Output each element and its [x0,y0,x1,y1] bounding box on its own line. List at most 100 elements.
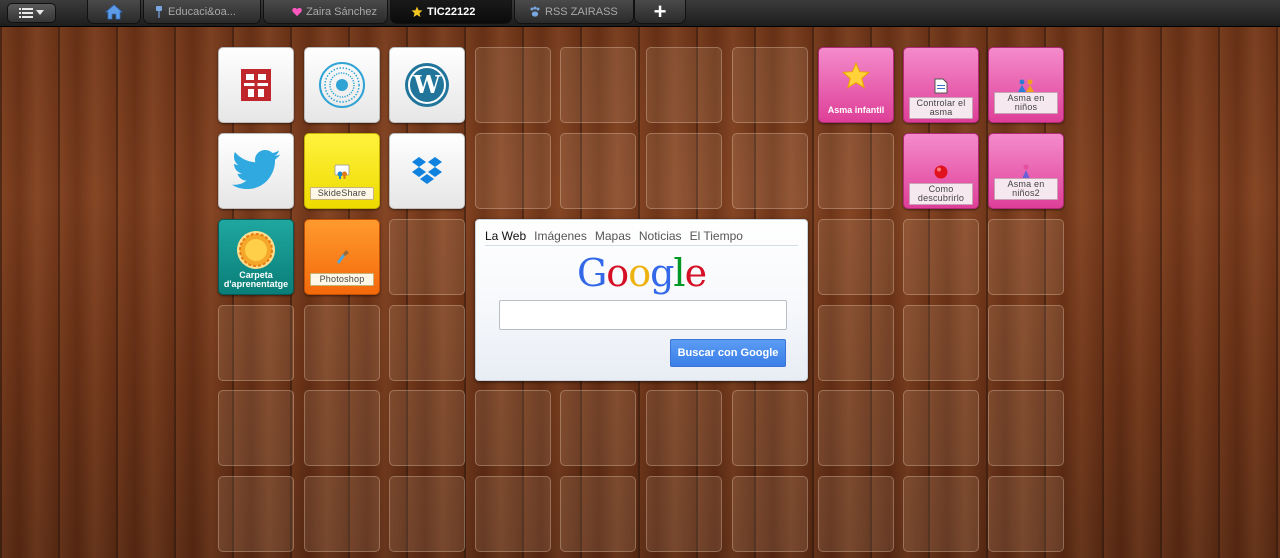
sun-icon [237,231,275,269]
tile-asma-en-ninos2[interactable]: Asma en niños2 [988,133,1064,209]
top-bar: Educaci&oa... Zaira Sánchez TIC22122 RSS… [0,0,1280,27]
empty-tile[interactable] [732,133,808,209]
empty-tile[interactable] [475,47,551,123]
google-search-widget: La Web Imágenes Mapas Noticias El Tiempo… [475,219,808,381]
tab-el-tiempo[interactable]: El Tiempo [690,229,743,245]
empty-tile[interactable] [988,305,1064,381]
tile-label: SkideShare [310,187,374,200]
tile-label: Photoshop [310,273,374,286]
tab-rss-label: RSS ZAIRASS [545,5,618,18]
empty-tile[interactable] [818,133,894,209]
google-search-input[interactable] [499,300,787,330]
tab-educacion[interactable]: Educaci&oa... [143,0,261,24]
empty-tile[interactable] [646,476,722,552]
empty-tile[interactable] [988,390,1064,466]
empty-tile[interactable] [304,305,380,381]
empty-tile[interactable] [389,219,465,295]
tile-label: Asma en niños2 [994,178,1058,200]
empty-tile[interactable] [475,133,551,209]
empty-tile[interactable] [732,476,808,552]
empty-tile[interactable] [646,390,722,466]
empty-tile[interactable] [903,305,979,381]
empty-tile[interactable] [646,133,722,209]
menu-button[interactable] [7,3,56,23]
tile-controlar-asma[interactable]: Controlar el asma [903,47,979,123]
empty-tile[interactable] [903,219,979,295]
heart-icon [292,7,302,16]
slideshare-icon [334,164,350,179]
twitter-bird-icon [232,150,280,189]
tile-carpeta-aprenentatge[interactable]: Carpeta d'aprenentatge [218,219,294,295]
google-search-button[interactable]: Buscar con Google [670,339,786,367]
tile-label: Asma infantil [827,105,885,115]
tile-twitter[interactable] [218,133,294,209]
empty-tile[interactable] [903,476,979,552]
empty-tile[interactable] [218,476,294,552]
tab-educacion-label: Educaci&oa... [168,5,236,18]
star-icon [842,62,870,89]
tile-dropbox[interactable] [389,133,465,209]
add-tab-button[interactable]: + [634,0,686,24]
caret-down-icon [36,10,44,15]
tab-la-web[interactable]: La Web [485,229,526,245]
tab-tic22122[interactable]: TIC22122 [390,0,512,24]
empty-tile[interactable] [646,47,722,123]
empty-tile[interactable] [818,305,894,381]
empty-tile[interactable] [560,133,636,209]
tile-skideshare[interactable]: SkideShare [304,133,380,209]
empty-tile[interactable] [818,219,894,295]
empty-tile[interactable] [475,390,551,466]
star-icon [411,6,423,17]
tile-label: Asma en niños [994,92,1058,114]
tile-wordpress[interactable]: W [389,47,465,123]
empty-tile[interactable] [818,390,894,466]
empty-tile[interactable] [560,476,636,552]
brush-icon [337,250,349,264]
empty-tile[interactable] [988,476,1064,552]
paw-icon [530,6,540,17]
empty-tile[interactable] [903,390,979,466]
svg-text:W: W [413,70,442,99]
empty-tile[interactable] [475,476,551,552]
empty-tile[interactable] [218,305,294,381]
google-search-tabs: La Web Imágenes Mapas Noticias El Tiempo [485,229,798,246]
tab-tic-label: TIC22122 [427,5,476,18]
empty-tile[interactable] [732,390,808,466]
tile-asma-en-ninos[interactable]: Asma en niños [988,47,1064,123]
tab-zaira-sanchez[interactable]: Zaira Sánchez [263,0,388,24]
tile-label: Como descubrirlo [909,183,973,205]
empty-tile[interactable] [304,476,380,552]
empty-tile[interactable] [218,390,294,466]
red-ball-icon [934,165,948,179]
dropbox-icon [412,157,442,184]
tile-como-descubrirlo[interactable]: Como descubrirlo [903,133,979,209]
tab-noticias[interactable]: Noticias [639,229,682,245]
empty-tile[interactable] [389,305,465,381]
empty-tile[interactable] [818,476,894,552]
empty-tile[interactable] [389,390,465,466]
home-icon [105,3,123,19]
tab-zaira-label: Zaira Sánchez [306,5,377,18]
tile-label: Controlar el asma [909,97,973,119]
pin-icon [156,5,162,18]
empty-tile[interactable] [304,390,380,466]
tile-chinese-symbol[interactable] [218,47,294,123]
tile-photoshop[interactable]: Photoshop [304,219,380,295]
empty-tile[interactable] [560,390,636,466]
empty-tile[interactable] [988,219,1064,295]
tab-imagenes[interactable]: Imágenes [534,229,587,245]
empty-tile[interactable] [560,47,636,123]
empty-tile[interactable] [389,476,465,552]
google-logo: Google [576,251,707,295]
prezi-icon [319,62,365,108]
document-icon [934,78,948,94]
tile-asma-infantil[interactable]: Asma infantil [818,47,894,123]
tab-rss-zairass[interactable]: RSS ZAIRASS [514,0,634,24]
list-icon [19,8,33,18]
empty-tile[interactable] [732,47,808,123]
tile-prezi[interactable] [304,47,380,123]
tab-mapas[interactable]: Mapas [595,229,631,245]
tab-home[interactable] [87,0,141,24]
wordpress-icon: W [405,63,449,107]
tile-label: Carpeta d'aprenentatge [223,270,289,289]
